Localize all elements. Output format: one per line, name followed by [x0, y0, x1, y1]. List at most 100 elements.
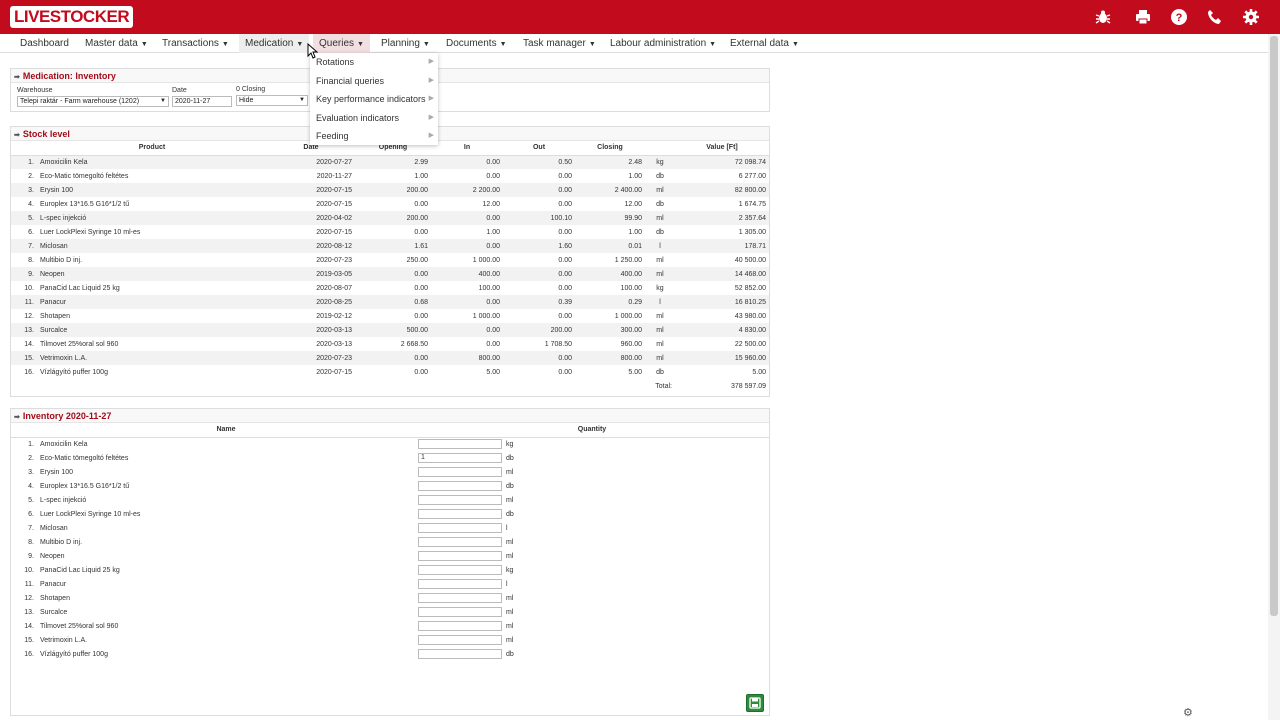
stock-row[interactable]: 6. Luer LockPlexi Syringe 10 ml-es 2020-07… [11, 225, 769, 239]
settings-gear-icon[interactable]: ⚙ [1183, 706, 1193, 719]
stock-row[interactable]: 10. PanaCid Lac Liquid 25 kg 2020-08-07 0.0… [11, 281, 769, 295]
quantity-input[interactable] [418, 537, 502, 547]
stock-row[interactable]: 5. L-spec injekció 2020-04-02 200.00 0.00 100… [11, 211, 769, 225]
header-out[interactable]: Out [503, 141, 575, 156]
collapse-icon[interactable]: ➡ [14, 132, 20, 139]
quantity-input[interactable]: 1 [418, 453, 502, 463]
row-index: 2. [28, 172, 34, 180]
save-button[interactable] [746, 694, 764, 712]
inventory-row: 4. Europlex 13*16.5 G16*1/2 tű db [11, 479, 769, 493]
stock-row[interactable]: 11. Panacur 2020-08-25 0.68 0.00 0.39 0.29 l 16 … [11, 295, 769, 309]
menu-dashboard[interactable]: Dashboard [14, 34, 75, 53]
quantity-cell: l [415, 577, 769, 591]
closing-value: 300.00 [575, 323, 645, 337]
quantity-input[interactable] [418, 621, 502, 631]
date-input[interactable]: 2020-11-27 [172, 96, 232, 107]
dropdown-item-rotations[interactable]: Rotations ▶ [310, 53, 438, 72]
caret-down-icon: ▼ [357, 41, 364, 48]
product-name: Amoxicilin Kela [37, 155, 267, 169]
help-icon[interactable]: ? [1170, 8, 1188, 26]
in-value: 400.00 [431, 267, 503, 281]
stock-row[interactable]: 14. Tilmovet 25%oral sol 960 2020-03-13 2 6… [11, 337, 769, 351]
quantity-input[interactable] [418, 551, 502, 561]
inventory-row: 12. Shotapen ml [11, 591, 769, 605]
product-name: Luer LockPlexi Syringe 10 ml-es [40, 228, 141, 236]
header-closing[interactable]: Closing [575, 141, 645, 156]
gear-icon[interactable] [1242, 8, 1260, 26]
row-index: 13. [11, 323, 37, 337]
menu-external-data[interactable]: External data ▼ [724, 34, 805, 53]
stock-row[interactable]: 15. Vetrimoxin L.A. 2020-07-23 0.00 800.00 0.… [11, 351, 769, 365]
closing-select[interactable]: Hide ▼ [236, 95, 308, 106]
chevron-right-icon: ▶ [428, 76, 434, 84]
collapse-icon[interactable]: ➡ [14, 74, 20, 81]
quantity-input[interactable] [418, 509, 502, 519]
menu-label: Dashboard [20, 38, 69, 49]
stock-row[interactable]: 3. Erysin 100 2020-07-15 200.00 2 200.00 0.00… [11, 183, 769, 197]
menu-documents[interactable]: Documents ▼ [440, 34, 513, 53]
value-ft: 2 357.64 [675, 211, 769, 225]
quantity-input[interactable] [418, 593, 502, 603]
item-name: L-spec injekció [40, 496, 87, 504]
product-name: Surcalce [37, 323, 267, 337]
stock-row[interactable]: 7. Miclosan 2020-08-12 1.61 0.00 1.60 0.01 l 178… [11, 239, 769, 253]
quantity-input[interactable] [418, 579, 502, 589]
stock-row[interactable]: 8. Multibio D inj. 2020-07-23 250.00 1 000.0… [11, 253, 769, 267]
menu-labour-administration[interactable]: Labour administration ▼ [604, 34, 722, 53]
dropdown-item-financial-queries[interactable]: Financial queries ▶ [310, 72, 438, 91]
closing-value: 400.00 [575, 267, 645, 281]
out-value: 0.00 [558, 200, 572, 208]
stock-row[interactable]: 4. Europlex 13*16.5 G16*1/2 tű 2020-07-15 0… [11, 197, 769, 211]
menu-master-data[interactable]: Master data ▼ [79, 34, 154, 53]
select-arrow-icon: ▼ [299, 97, 305, 103]
quantity-input[interactable] [418, 649, 502, 659]
in-value: 1 000.00 [472, 312, 500, 320]
quantity-input[interactable] [418, 523, 502, 533]
inventory-row: 7. Miclosan l [11, 521, 769, 535]
item-name: Neopen [40, 552, 65, 560]
print-icon[interactable] [1134, 8, 1152, 26]
quantity-input[interactable] [418, 467, 502, 477]
header-in[interactable]: In [431, 141, 503, 156]
header-value[interactable]: Value [Ft] [675, 141, 769, 156]
app-logo[interactable]: LIVESTOCKER [10, 6, 134, 28]
header-quantity: Quantity [415, 423, 769, 438]
item-name: Erysin 100 [40, 468, 74, 476]
collapse-icon[interactable]: ➡ [14, 414, 20, 421]
scrollbar-thumb[interactable] [1270, 36, 1278, 616]
bug-icon[interactable] [1094, 8, 1112, 26]
header-product[interactable]: Product [37, 141, 267, 156]
row-index: 4. [28, 482, 34, 490]
dropdown-item-kpi[interactable]: Key performance indicators ▶ [310, 90, 438, 109]
menu-task-manager[interactable]: Task manager ▼ [517, 34, 602, 53]
quantity-input[interactable] [418, 481, 502, 491]
out-value: 0.00 [558, 368, 572, 376]
menu-planning[interactable]: Planning ▼ [375, 34, 436, 53]
inventory-panel-header[interactable]: ➡ Inventory 2020-11-27 [11, 409, 769, 423]
row-index: 10. [24, 284, 34, 292]
quantity-unit: ml [506, 594, 514, 602]
stock-row[interactable]: 16. Vízlágyító puffer 100g 2020-07-15 0.00 5… [11, 365, 769, 379]
quantity-input[interactable] [418, 495, 502, 505]
caret-down-icon: ▼ [499, 41, 507, 48]
dropdown-item-evaluation-indicators[interactable]: Evaluation indicators ▶ [310, 109, 438, 128]
menu-queries[interactable]: Queries ▼ [313, 34, 370, 53]
quantity-input[interactable] [418, 565, 502, 575]
quantity-input[interactable] [418, 439, 502, 450]
stock-row[interactable]: 1. Amoxicilin Kela 2020-07-27 2.99 0.00 0.50 2… [11, 155, 769, 169]
stock-row[interactable]: 2. Eco-Matic tömegoltó feltétes 2020-11-27… [11, 169, 769, 183]
dropdown-item-feeding[interactable]: Feeding ▶ [310, 127, 438, 146]
stock-row[interactable]: 9. Neopen 2019-03-05 0.00 400.00 0.00 400.00 ml… [11, 267, 769, 281]
phone-icon[interactable] [1206, 8, 1224, 26]
row-index: 6. [28, 228, 34, 236]
stock-row[interactable]: 13. Surcalce 2020-03-13 500.00 0.00 200.00 300… [11, 323, 769, 337]
menu-transactions[interactable]: Transactions ▼ [156, 34, 235, 53]
quantity-input[interactable] [418, 607, 502, 617]
warehouse-select[interactable]: Telepi raktár - Farm warehouse (1202) ▼ [17, 96, 169, 107]
caret-down-icon: ▼ [221, 41, 229, 48]
chevron-right-icon: ▶ [428, 132, 434, 139]
menu-medication[interactable]: Medication ▼ [239, 34, 310, 53]
row-date: 2020-07-23 [267, 351, 355, 365]
quantity-input[interactable] [418, 635, 502, 645]
stock-row[interactable]: 12. Shotapen 2019-02-12 0.00 1 000.00 0.00 1 0… [11, 309, 769, 323]
